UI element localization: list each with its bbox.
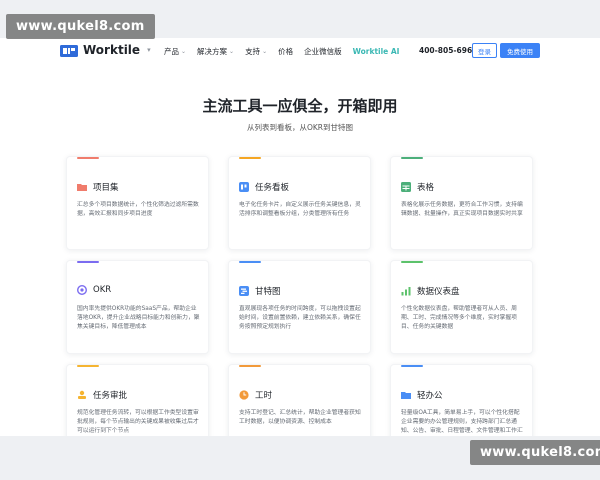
nav-item-label: 产品 bbox=[164, 47, 179, 56]
card-description: 支持工时登记、汇总统计，帮助企业管理者获知工时数据，以便协调资源、控制成本 bbox=[239, 410, 361, 425]
card-description: 直观展现各项任务的时间跨度，可以拖拽设置起始时间，设置前置依赖，建立依赖关系，确… bbox=[239, 306, 361, 330]
clock-icon bbox=[239, 390, 249, 400]
chevron-down-icon: ⌄ bbox=[262, 48, 268, 55]
main-menu: 产品 ⌄ 解决方案 ⌄ 支持 ⌄ 价格 企业微信版 Worktile AI bbox=[164, 46, 410, 57]
nav-item-worktile-ai[interactable]: Worktile AI bbox=[353, 46, 400, 57]
card-header: 数据仪表盘 bbox=[401, 285, 460, 297]
feature-card-okr[interactable]: OKR 国内率先提供OKR功能的SaaS产品，帮助企业落地OKR，提升企业战略目… bbox=[66, 260, 209, 354]
card-title: 工时 bbox=[255, 391, 273, 401]
card-header: 表格 bbox=[401, 181, 434, 193]
card-accent-bar bbox=[239, 157, 261, 159]
card-description: 汇总多个项目数据统计，个性化筛选过滤所需数据，高效汇报和同步项目进度 bbox=[77, 202, 199, 217]
feature-card-approval[interactable]: 任务审批 规范化管理任务流转，可以根据工作类型设置审批规则，每个节点输出的关键成… bbox=[66, 364, 209, 436]
card-description: 轻量级OA工具，简单易上手，可以个性化搭配企业需要的办公管理规则，支持跨部门汇总… bbox=[401, 410, 523, 434]
card-title: 任务看板 bbox=[255, 183, 290, 193]
nav-item-wechat-edition[interactable]: 企业微信版 bbox=[304, 46, 342, 57]
card-title: 数据仪表盘 bbox=[417, 287, 460, 297]
table-icon bbox=[401, 182, 411, 192]
card-description: 电子化任务卡片，自定义展示任务关键信息，灵活排序和调整看板分组，分类管理所有任务 bbox=[239, 202, 361, 217]
card-accent-bar bbox=[401, 157, 423, 159]
card-header: 工时 bbox=[239, 389, 272, 401]
card-title: 表格 bbox=[417, 183, 435, 193]
okr-icon bbox=[77, 285, 87, 295]
chevron-down-icon: ⌄ bbox=[181, 48, 187, 55]
dashboard-icon bbox=[401, 286, 411, 296]
nav-item-label: 支持 bbox=[245, 47, 261, 56]
contact-phone: 400-805-6966 bbox=[419, 46, 478, 55]
card-title: 甘特图 bbox=[255, 287, 281, 297]
card-header: 任务看板 bbox=[239, 181, 289, 193]
card-accent-bar bbox=[401, 365, 423, 367]
folder-icon bbox=[77, 182, 87, 192]
nav-item-solutions[interactable]: 解决方案 ⌄ bbox=[197, 46, 234, 57]
nav-item-products[interactable]: 产品 ⌄ bbox=[164, 46, 186, 57]
card-header: 项目集 bbox=[77, 181, 119, 193]
card-title: 任务审批 bbox=[93, 391, 128, 401]
card-accent-bar bbox=[239, 365, 261, 367]
nav-item-pricing[interactable]: 价格 bbox=[278, 46, 293, 57]
card-header: 任务审批 bbox=[77, 389, 127, 401]
brand-logo[interactable]: Worktile ▾ bbox=[60, 43, 151, 57]
kanban-icon bbox=[239, 182, 249, 192]
nav-item-label: 企业微信版 bbox=[304, 47, 342, 56]
watermark-top: www.qukel8.com bbox=[6, 14, 155, 39]
login-button[interactable]: 登录 bbox=[472, 43, 497, 58]
chevron-down-icon: ▾ bbox=[147, 46, 151, 54]
feature-card-gantt[interactable]: 甘特图 直观展现各项任务的时间跨度，可以拖拽设置起始时间，设置前置依赖，建立依赖… bbox=[228, 260, 371, 354]
card-accent-bar bbox=[401, 261, 423, 263]
feature-card-timesheet[interactable]: 工时 支持工时登记、汇总统计，帮助企业管理者获知工时数据，以便协调资源、控制成本 bbox=[228, 364, 371, 436]
card-title: 项目集 bbox=[93, 183, 119, 193]
feature-card-program[interactable]: 项目集 汇总多个项目数据统计，个性化筛选过滤所需数据，高效汇报和同步项目进度 bbox=[66, 156, 209, 250]
card-description: 个性化数据仪表盘，帮助管理者可从人员、周期、工时、完成情况等多个维度，实时掌握项… bbox=[401, 306, 517, 330]
card-header: OKR bbox=[77, 285, 111, 295]
card-accent-bar bbox=[239, 261, 261, 263]
top-nav: Worktile ▾ 产品 ⌄ 解决方案 ⌄ 支持 ⌄ 价格 企业微信版 Wor… bbox=[0, 38, 600, 64]
nav-item-label: 价格 bbox=[278, 47, 294, 56]
feature-card-kanban[interactable]: 任务看板 电子化任务卡片，自定义展示任务关键信息，灵活排序和调整看板分组，分类管… bbox=[228, 156, 371, 250]
card-accent-bar bbox=[77, 261, 99, 263]
card-description: 规范化管理任务流转，可以根据工作类型设置审批规则，每个节点输出的关键成果被收集过… bbox=[77, 410, 199, 434]
watermark-bottom: www.qukel8.com bbox=[470, 440, 600, 465]
card-title: 轻办公 bbox=[417, 391, 443, 401]
nav-item-support[interactable]: 支持 ⌄ bbox=[245, 46, 267, 57]
card-description: 表格化展示任务数据，更符合工作习惯，支持编辑数据、批量操作，真正实现项目数据实时… bbox=[401, 202, 523, 217]
section-subtitle: 从列表到看板，从OKR到甘特图 bbox=[246, 123, 354, 132]
card-title: OKR bbox=[93, 285, 112, 295]
feature-card-dashboard[interactable]: 数据仪表盘 个性化数据仪表盘，帮助管理者可从人员、周期、工时、完成情况等多个维度… bbox=[390, 260, 533, 354]
card-description: 国内率先提供OKR功能的SaaS产品，帮助企业落地OKR，提升企业战略目标能力和… bbox=[77, 306, 200, 330]
office-icon bbox=[401, 390, 411, 400]
chevron-down-icon: ⌄ bbox=[229, 48, 235, 55]
section-title: 主流工具一应俱全，开箱即用 bbox=[202, 97, 398, 115]
card-header: 甘特图 bbox=[239, 285, 281, 297]
card-header: 轻办公 bbox=[401, 389, 443, 401]
gantt-icon bbox=[239, 286, 249, 296]
approval-icon bbox=[77, 390, 87, 400]
free-trial-button[interactable]: 免费使用 bbox=[500, 43, 540, 58]
brand-name: Worktile bbox=[83, 43, 141, 57]
page: Worktile ▾ 产品 ⌄ 解决方案 ⌄ 支持 ⌄ 价格 企业微信版 Wor… bbox=[0, 38, 600, 436]
card-accent-bar bbox=[77, 157, 99, 159]
nav-item-label: 解决方案 bbox=[197, 47, 228, 56]
feature-card-table[interactable]: 表格 表格化展示任务数据，更符合工作习惯，支持编辑数据、批量操作，真正实现项目数… bbox=[390, 156, 533, 250]
worktile-logo-icon bbox=[60, 43, 78, 57]
nav-item-label: Worktile AI bbox=[352, 47, 400, 56]
feature-card-office[interactable]: 轻办公 轻量级OA工具，简单易上手，可以个性化搭配企业需要的办公管理规则，支持跨… bbox=[390, 364, 533, 436]
card-accent-bar bbox=[77, 365, 99, 367]
